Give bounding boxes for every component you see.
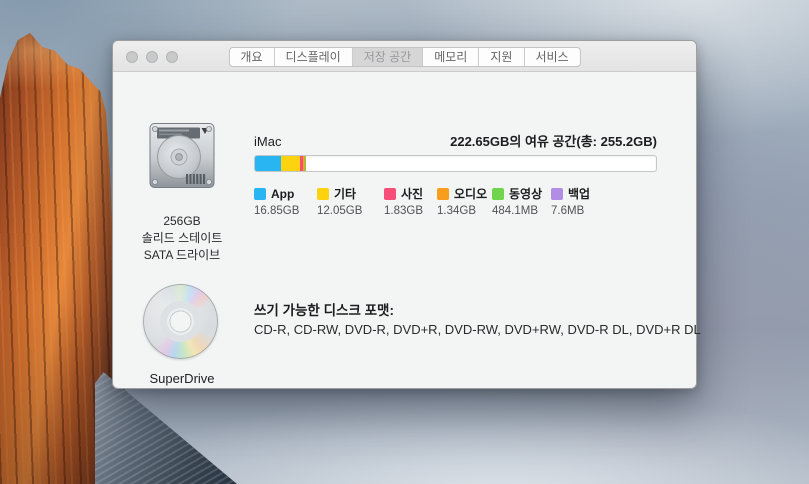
tab-4[interactable]: 메모리 [423,48,479,66]
legend-swatch-icon [384,188,396,200]
legend-item-3: 사진 1.83GB [384,187,423,217]
close-button[interactable] [126,51,138,63]
legend-value: 12.05GB [317,205,362,217]
legend-item-1: App 16.85GB [254,187,299,217]
legend-label: 사진 [401,185,423,202]
window-titlebar[interactable]: 개요디스플레이저장 공간메모리지원서비스 [113,41,696,72]
legend-value: 16.85GB [254,205,299,217]
zoom-button[interactable] [166,51,178,63]
traffic-lights [126,51,178,63]
legend-label: 기타 [334,185,356,202]
legend-value: 1.34GB [437,205,487,217]
device-row: iMac 222.65GB의 여유 공간(총: 255.2GB) [254,131,657,150]
superdrive-disc-icon [143,284,218,359]
legend-item-6: 백업 7.6MB [551,187,590,217]
window-content: 256GB 솔리드 스테이트 SATA 드라이브 SuperDrive iMac… [113,72,696,389]
tab-2[interactable]: 디스플레이 [275,48,353,66]
legend-label: 백업 [568,185,590,202]
tab-bar: 개요디스플레이저장 공간메모리지원서비스 [228,47,580,67]
legend-item-2: 기타 12.05GB [317,187,362,217]
bar-segment-1 [255,156,281,171]
superdrive-label: SuperDrive [115,371,249,386]
legend-item-5: 동영상 484.1MB [492,187,542,217]
drive-type-line1: 솔리드 스테이트 [115,230,249,247]
desktop-wallpaper: 개요디스플레이저장 공간메모리지원서비스 [0,0,809,484]
storage-legend: App 16.85GB 기타 12.05GB 사진 1.83GB 오디오 1.34GB 동영상 4… [254,187,674,233]
legend-label: App [271,187,294,201]
legend-swatch-icon [317,188,329,200]
tab-6[interactable]: 서비스 [524,48,579,66]
legend-swatch-icon [437,188,449,200]
hard-drive-icon [149,122,215,190]
legend-value: 1.83GB [384,205,423,217]
legend-swatch-icon [551,188,563,200]
drive-capacity: 256GB [115,213,249,230]
free-space-text: 222.65GB의 여유 공간(총: 255.2GB) [450,131,657,150]
legend-swatch-icon [492,188,504,200]
legend-value: 7.6MB [551,205,590,217]
legend-item-4: 오디오 1.34GB [437,187,487,217]
legend-swatch-icon [254,188,266,200]
tab-1[interactable]: 개요 [229,48,274,66]
tab-3[interactable]: 저장 공간 [353,48,424,66]
legend-value: 484.1MB [492,205,542,217]
bar-segment-5 [305,156,306,171]
drive-type-line2: SATA 드라이브 [115,247,249,264]
tab-5[interactable]: 지원 [479,48,524,66]
storage-usage-bar [254,155,657,172]
bar-segment-2 [281,156,300,171]
minimize-button[interactable] [146,51,158,63]
legend-label: 오디오 [454,185,487,202]
internal-drive-label: 256GB 솔리드 스테이트 SATA 드라이브 [115,213,249,264]
device-name: iMac [254,134,281,149]
disc-formats-list: CD-R, CD-RW, DVD-R, DVD+R, DVD-RW, DVD+R… [254,322,684,337]
legend-label: 동영상 [509,185,542,202]
disc-formats-title: 쓰기 가능한 디스크 포맷: [254,299,394,319]
about-this-mac-window: 개요디스플레이저장 공간메모리지원서비스 [112,40,697,389]
